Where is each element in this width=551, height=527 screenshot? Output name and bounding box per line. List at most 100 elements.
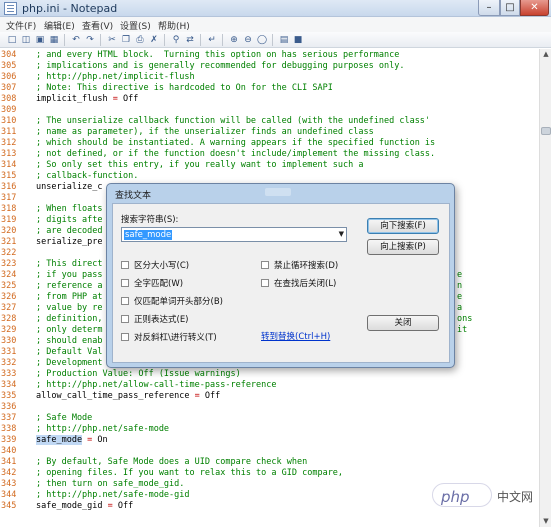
maximize-button[interactable]: □: [500, 0, 520, 16]
php-cn-watermark: php 中文网: [432, 481, 551, 511]
word-start-checkbox[interactable]: [121, 297, 129, 305]
line-tail-fragment: a: [457, 303, 463, 313]
editor-line[interactable]: 312 ; which should be instantiated. A war…: [0, 138, 539, 149]
zoom-in-icon[interactable]: ⊕: [228, 34, 240, 46]
comment-text: ; Safe Mode: [36, 413, 93, 423]
find-up-button[interactable]: 向上搜索(P): [367, 239, 439, 255]
menu-view[interactable]: 查看(V): [82, 19, 113, 32]
editor-line[interactable]: 307 ; Note: This directive is hardcoded t…: [0, 83, 539, 94]
editor-line[interactable]: 306 ; http://php.net/implicit-flush: [0, 72, 539, 83]
regex-checkbox[interactable]: [121, 315, 129, 323]
menu-edit[interactable]: 编辑(E): [44, 19, 75, 32]
assignment-operator: =: [102, 501, 118, 511]
find-dialog: 查找文本 搜索字符串(S): safe_mode ▼ 向下搜索(F) 向上搜索(…: [106, 183, 455, 368]
menu-file[interactable]: 文件(F): [6, 19, 36, 32]
paste-icon[interactable]: ⎙: [134, 34, 146, 46]
editor-line[interactable]: 304 ; and every HTML block. Turning this …: [0, 50, 539, 61]
scroll-up-arrow-icon[interactable]: ▲: [541, 49, 551, 60]
comment-text: ; only determ: [36, 325, 103, 335]
line-number: 315: [1, 171, 17, 181]
editor-line[interactable]: 338 ; http://php.net/safe-mode: [0, 424, 539, 435]
editor-line[interactable]: 334 ; http://php.net/allow-call-time-pass…: [0, 380, 539, 391]
menu-help[interactable]: 帮助(H): [158, 19, 190, 32]
line-number: 317: [1, 193, 17, 203]
line-number: 322: [1, 248, 17, 258]
undo-icon[interactable]: ↶: [70, 34, 82, 46]
escape-backslash-label: 对反斜杠\进行转义(T): [134, 333, 217, 343]
save-icon[interactable]: ▣: [34, 34, 46, 46]
line-number: 304: [1, 50, 17, 60]
editor-line[interactable]: 314 ; So only set this entry, if you real…: [0, 160, 539, 171]
save-all-icon[interactable]: ▦: [48, 34, 60, 46]
goto-replace-link[interactable]: 转到替换(Ctrl+H): [261, 330, 330, 342]
editor-line[interactable]: 309: [0, 105, 539, 116]
directive-text: serialize_pre: [36, 237, 103, 247]
line-number: 327: [1, 303, 17, 313]
whole-word-checkbox[interactable]: [121, 279, 129, 287]
editor-line[interactable]: 311 ; name as parameter), if the unserial…: [0, 127, 539, 138]
zoom-out-icon[interactable]: ⊖: [242, 34, 254, 46]
line-number: 319: [1, 215, 17, 225]
comment-text: ; By default, Safe Mode does a UID compa…: [36, 457, 308, 467]
editor-line[interactable]: 313 ; not defined, or if the function doe…: [0, 149, 539, 160]
search-input[interactable]: safe_mode ▼: [121, 227, 347, 242]
help-icon[interactable]: ■: [292, 34, 304, 46]
directive-key: safe_mode_gid: [36, 501, 103, 511]
match-case-checkbox[interactable]: [121, 261, 129, 269]
editor-line[interactable]: 336: [0, 402, 539, 413]
editor-line[interactable]: 340: [0, 446, 539, 457]
close-dialog-button[interactable]: 关闭: [367, 315, 439, 331]
editor-line[interactable]: 342 ; opening files. If you want to relax…: [0, 468, 539, 479]
editor-line[interactable]: 341 ; By default, Safe Mode does a UID co…: [0, 457, 539, 468]
copy-icon[interactable]: ❐: [120, 34, 132, 46]
comment-text: ; should enab: [36, 336, 103, 346]
find-down-button[interactable]: 向下搜索(F): [367, 218, 439, 234]
line-tail-fragment: e: [457, 270, 463, 280]
dropdown-arrow-icon[interactable]: ▼: [339, 230, 344, 238]
view-options-icon[interactable]: ▤: [278, 34, 290, 46]
editor-line[interactable]: 337 ; Safe Mode: [0, 413, 539, 424]
escape-backslash-checkbox[interactable]: [121, 333, 129, 341]
vertical-scrollbar[interactable]: ▲ ▼: [539, 49, 551, 527]
find-icon[interactable]: ⚲: [170, 34, 182, 46]
editor-line[interactable]: 305 ; implications and is generally recom…: [0, 61, 539, 72]
toolbar-separator: [272, 34, 273, 46]
editor-line[interactable]: 310 ; The unserialize callback function w…: [0, 116, 539, 127]
editor-line[interactable]: 335 allow_call_time_pass_reference = Off: [0, 391, 539, 402]
toolbar-separator: [64, 34, 65, 46]
comment-text: ; http://php.net/allow-call-time-pass-re…: [36, 380, 277, 390]
line-number: 335: [1, 391, 17, 401]
line-number: 318: [1, 204, 17, 214]
scrollbar-thumb[interactable]: [541, 127, 551, 135]
redo-icon[interactable]: ↷: [84, 34, 96, 46]
word-wrap-icon[interactable]: ↵: [206, 34, 218, 46]
editor-line[interactable]: 315 ; callback-function.: [0, 171, 539, 182]
directive-text: safe_mode_gid = Off: [36, 501, 133, 512]
menu-settings[interactable]: 设置(S): [120, 19, 151, 32]
editor-line[interactable]: 333 ; Production Value: Off (Issue warnin…: [0, 369, 539, 380]
close-after-find-checkbox[interactable]: [261, 279, 269, 287]
comment-text: ; name as parameter), if the unserialize…: [36, 127, 374, 137]
minimize-button[interactable]: –: [478, 0, 500, 16]
no-wrap-search-checkbox[interactable]: [261, 261, 269, 269]
line-tail-fragment: ons: [457, 314, 473, 324]
whole-word-label: 全字匹配(W): [134, 279, 184, 289]
line-number: 336: [1, 402, 17, 412]
editor-line[interactable]: 308 implicit_flush = Off: [0, 94, 539, 105]
new-file-icon[interactable]: □: [6, 34, 18, 46]
comment-text: ; When floats: [36, 204, 103, 214]
open-file-icon[interactable]: ◫: [20, 34, 32, 46]
line-tail-fragment: e: [457, 292, 463, 302]
delete-icon[interactable]: ✗: [148, 34, 160, 46]
cut-icon[interactable]: ✂: [106, 34, 118, 46]
comment-text: ; This direct: [36, 259, 103, 269]
line-number: 344: [1, 490, 17, 500]
line-number: 330: [1, 336, 17, 346]
editor-line[interactable]: 339 safe_mode = On: [0, 435, 539, 446]
watermark-site-text: 中文网: [497, 490, 534, 504]
scroll-down-arrow-icon[interactable]: ▼: [541, 516, 551, 527]
close-window-button[interactable]: ✕: [520, 0, 549, 16]
watermark-logo-text: php: [441, 488, 470, 506]
zoom-reset-icon[interactable]: ◯: [256, 34, 268, 46]
replace-icon[interactable]: ⇄: [184, 34, 196, 46]
